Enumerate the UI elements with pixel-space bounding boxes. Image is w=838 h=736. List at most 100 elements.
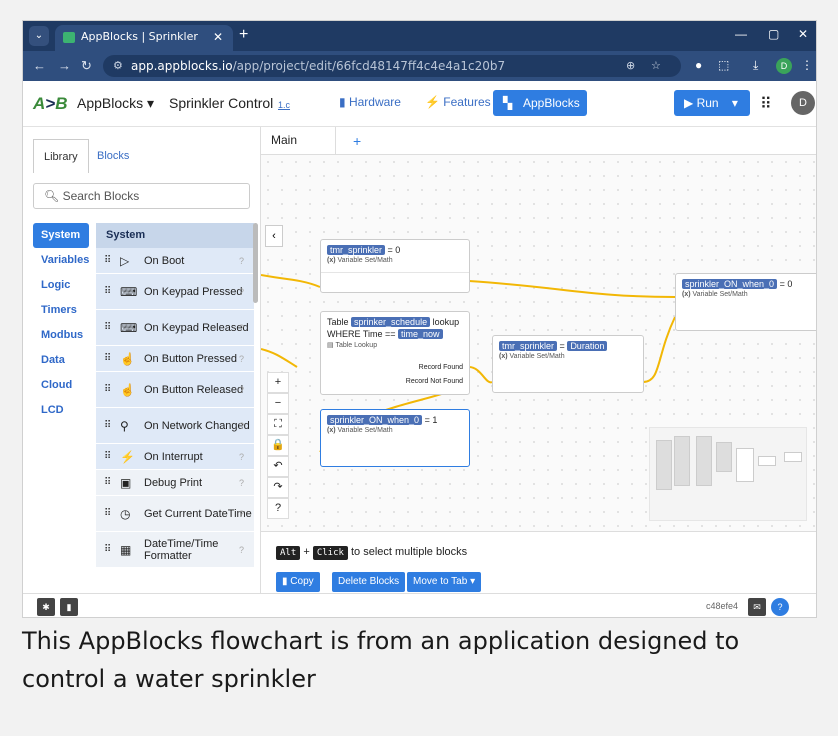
block-item[interactable]: ⠿ ☝ On Button Pressed? [96,346,254,372]
extensions-puzzle-icon[interactable]: ⬚ [718,58,729,72]
url-field[interactable]: ⚙ app.appblocks.io/app/project/edit/66fc… [103,55,681,77]
redo-button[interactable]: ↷ [267,477,289,498]
bookmark-star-icon[interactable]: ☆ [651,55,661,77]
browser-tab[interactable]: AppBlocks | Sprinkler Control ✕ [55,25,233,67]
apps-grid-icon[interactable]: ⠿ [760,94,772,114]
appblocks-logo[interactable]: A>B [33,94,68,114]
zoom-out-button[interactable]: − [267,393,289,414]
drag-handle-icon[interactable]: ⠿ [104,384,111,395]
drag-handle-icon[interactable]: ⠿ [104,353,111,364]
user-avatar[interactable]: D [791,91,815,115]
blocks-icon: ▚ [503,96,513,110]
drag-handle-icon[interactable]: ⠿ [104,508,111,519]
reload-icon[interactable]: ↻ [81,58,92,74]
block-item[interactable]: ⠿ ⌨ On Keypad Released? [96,310,254,346]
block-item[interactable]: ⠿ ◷ Get Current DateTime? [96,496,254,532]
block-item[interactable]: ⠿ ▷ On Boot? [96,248,254,274]
help-icon[interactable]: ? [239,354,244,364]
table-lookup-node[interactable]: Table sprinker_schedule lookup WHERE Tim… [320,311,470,395]
nav-hardware[interactable]: ▮ Hardware [339,95,401,109]
page-frame: ⌄ AppBlocks | Sprinkler Control ✕ + — ▢ … [0,0,838,736]
project-name[interactable]: Sprinkler Control [169,95,273,111]
variable-set-node-selected[interactable]: sprinkler_ON_when_0 = 1 (x) Variable Set… [320,409,470,467]
category-lcd[interactable]: LCD [33,398,89,423]
bug-icon[interactable]: ✱ [37,598,55,616]
help-icon[interactable]: ? [239,287,244,297]
window-close-icon[interactable]: ✕ [798,27,808,41]
delete-blocks-button[interactable]: Delete Blocks [332,572,406,592]
minimize-icon[interactable]: — [735,27,747,41]
minimap[interactable] [649,427,807,521]
category-system[interactable]: System [33,223,89,248]
new-tab-icon[interactable]: + [239,26,248,44]
move-to-tab-button[interactable]: Move to Tab ▾ [407,572,482,592]
block-item[interactable]: ⠿ ▣ Debug Print? [96,470,254,496]
clock-icon: ◷ [120,506,131,521]
help-button[interactable]: ? [267,498,289,519]
undo-button[interactable]: ↶ [267,456,289,477]
drag-handle-icon[interactable]: ⠿ [104,477,111,488]
nav-features[interactable]: ⚡ Features [425,95,491,109]
help-icon[interactable]: ? [239,421,244,431]
tab-search-icon[interactable]: ⌄ [29,26,49,46]
drag-handle-icon[interactable]: ⠿ [104,420,111,431]
forward-icon[interactable]: → [58,58,71,73]
block-item[interactable]: ⠿ ⚲ On Network Changed? [96,408,254,444]
project-version[interactable]: 1.c [278,100,290,110]
tab-library[interactable]: Library [33,139,89,173]
help-icon[interactable]: ? [239,509,244,519]
zoom-in-button[interactable]: + [267,372,289,393]
back-icon[interactable]: ← [33,58,46,73]
help-circle-icon[interactable]: ? [771,598,789,616]
maximize-icon[interactable]: ▢ [768,27,779,41]
drag-handle-icon[interactable]: ⠿ [104,544,111,555]
category-timers[interactable]: Timers [33,298,89,323]
device-icon[interactable]: ▮ [60,598,78,616]
tab-blocks[interactable]: Blocks [97,139,129,173]
nav-appblocks[interactable]: ▚ AppBlocks [493,90,587,116]
category-variables[interactable]: Variables [33,248,89,273]
favicon-icon [63,32,75,43]
block-list-scrollbar[interactable] [253,223,258,303]
drag-handle-icon[interactable]: ⠿ [104,322,111,333]
category-logic[interactable]: Logic [33,273,89,298]
site-info-icon[interactable]: ⚙ [113,55,123,77]
block-item[interactable]: ⠿ ☝ On Button Released? [96,372,254,408]
lock-button[interactable]: 🔒 [267,435,289,456]
flow-canvas[interactable]: Main + ‹ tmr_sprinkler = 0 (x) Variable … [261,127,816,593]
help-icon[interactable]: ? [239,323,244,333]
app-menu[interactable]: AppBlocks ▾ [77,95,154,112]
download-icon[interactable]: ⤓ [753,58,758,73]
drag-handle-icon[interactable]: ⠿ [104,451,111,462]
block-item[interactable]: ⠿ ⚡ On Interrupt? [96,444,254,470]
variable-set-node[interactable]: tmr_sprinkler = 0 (x) Variable Set/Math [320,239,470,293]
drag-handle-icon[interactable]: ⠿ [104,286,111,297]
run-button[interactable]: ▶ Run ▾ [674,90,750,116]
record-not-found-output[interactable]: Record Not Found [406,378,463,385]
zoom-icon[interactable]: ⊕ [626,55,635,77]
help-icon[interactable]: ? [239,256,244,266]
help-icon[interactable]: ? [239,452,244,462]
fit-view-button[interactable]: ⛶ [267,414,289,435]
help-icon[interactable]: ? [239,545,244,555]
search-input[interactable]: 🔍︎ Search Blocks [33,183,250,209]
copy-button[interactable]: ▮ Copy [276,572,320,592]
extension-icon[interactable]: ● [695,58,702,72]
variable-set-duration-node[interactable]: tmr_sprinkler = Duration (x) Variable Se… [492,335,644,393]
help-icon[interactable]: ? [239,478,244,488]
kebab-menu-icon[interactable]: ⋮ [801,58,813,72]
profile-avatar[interactable]: D [776,58,792,74]
block-item[interactable]: ⠿ ▦ DateTime/Time Formatter? [96,532,254,568]
category-modbus[interactable]: Modbus [33,323,89,348]
variable-set-off-node[interactable]: sprinkler_ON_when_0 = 0 (x) Variable Set… [675,273,816,331]
announcement-icon[interactable]: ✉ [748,598,766,616]
close-icon[interactable]: ✕ [213,25,223,49]
help-icon[interactable]: ? [239,385,244,395]
block-item[interactable]: ⠿ ⌨ On Keypad Pressed? [96,274,254,310]
build-hash: c48efe4 [706,601,739,611]
drag-handle-icon[interactable]: ⠿ [104,255,111,266]
record-found-output[interactable]: Record Found [419,364,463,371]
category-data[interactable]: Data [33,348,89,373]
category-cloud[interactable]: Cloud [33,373,89,398]
hand-pointer-icon: ☝ [120,382,135,397]
